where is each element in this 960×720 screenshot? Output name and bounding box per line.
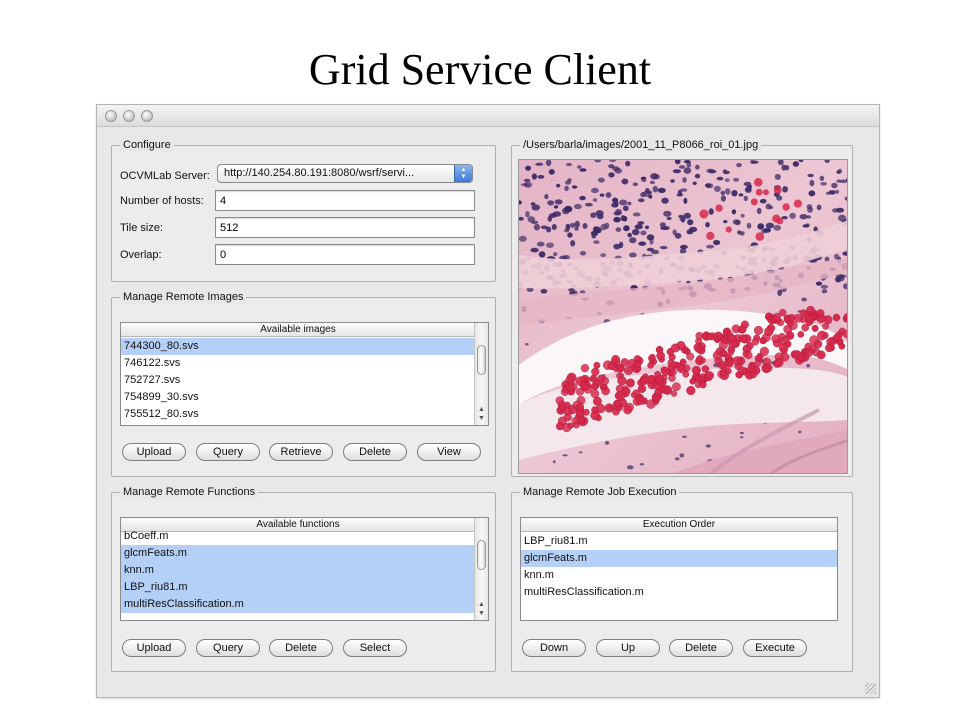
- images-retrieve-button[interactable]: Retrieve: [269, 443, 333, 461]
- window-close-button[interactable]: [105, 110, 117, 122]
- overlap-input[interactable]: [215, 244, 475, 265]
- hosts-label: Number of hosts:: [120, 195, 204, 207]
- remote-functions-title: Manage Remote Functions: [120, 485, 259, 499]
- functions-scroll-thumb[interactable]: [477, 540, 486, 570]
- tissue-image-graphic: [519, 160, 847, 473]
- functions-upload-button[interactable]: Upload: [122, 639, 186, 657]
- list-item[interactable]: LBP_riu81.m: [121, 579, 475, 596]
- list-item[interactable]: 755512_80.svs: [121, 406, 475, 423]
- remote-functions-group: Manage Remote Functions Available functi…: [111, 485, 496, 672]
- tile-size-label: Tile size:: [120, 222, 163, 234]
- configure-title: Configure: [120, 138, 174, 152]
- list-item[interactable]: glcmFeats.m: [121, 545, 475, 562]
- list-item[interactable]: 754899_30.svs: [121, 389, 475, 406]
- image-path-title: /Users/barla/images/2001_11_P8066_roi_01…: [520, 138, 762, 152]
- scroll-up-icon[interactable]: ▲: [475, 600, 488, 609]
- tile-size-input[interactable]: [215, 217, 475, 238]
- image-view-group: /Users/barla/images/2001_11_P8066_roi_01…: [511, 138, 853, 477]
- hosts-input[interactable]: [215, 190, 475, 211]
- server-label: OCVMLab Server:: [120, 170, 210, 182]
- list-item[interactable]: 746122.svs: [121, 355, 475, 372]
- remote-images-group: Manage Remote Images Available images 74…: [111, 290, 496, 477]
- images-list-header: Available images: [121, 323, 475, 337]
- list-item-partial[interactable]: [121, 613, 475, 620]
- functions-scrollbar[interactable]: ▲ ▼: [474, 518, 488, 620]
- window-zoom-button[interactable]: [141, 110, 153, 122]
- images-delete-button[interactable]: Delete: [343, 443, 407, 461]
- job-up-button[interactable]: Up: [596, 639, 660, 657]
- job-execution-group: Manage Remote Job Execution Execution Or…: [511, 485, 853, 672]
- select-arrows-icon: ▲ ▼: [454, 165, 472, 182]
- images-scroll-thumb[interactable]: [477, 345, 486, 375]
- window-minimize-button[interactable]: [123, 110, 135, 122]
- remote-images-title: Manage Remote Images: [120, 290, 247, 304]
- images-list[interactable]: Available images 744300_80.svs 746122.sv…: [120, 322, 489, 426]
- list-item[interactable]: LBP_riu81.m: [521, 533, 837, 550]
- functions-select-button[interactable]: Select: [343, 639, 407, 657]
- scroll-down-icon[interactable]: ▼: [475, 414, 488, 423]
- list-item[interactable]: bCoeff.m: [121, 528, 475, 545]
- job-delete-button[interactable]: Delete: [669, 639, 733, 657]
- execution-order-header: Execution Order: [521, 518, 837, 532]
- list-item[interactable]: glcmFeats.m: [521, 550, 837, 567]
- images-upload-button[interactable]: Upload: [122, 443, 186, 461]
- job-execution-title: Manage Remote Job Execution: [520, 485, 680, 499]
- images-query-button[interactable]: Query: [196, 443, 260, 461]
- tissue-image: [518, 159, 848, 474]
- slide-title: Grid Service Client: [308, 45, 652, 94]
- execution-order-list[interactable]: Execution Order LBP_riu81.m glcmFeats.m …: [520, 517, 838, 621]
- window-titlebar[interactable]: [97, 105, 879, 127]
- scroll-up-icon[interactable]: ▲: [475, 405, 488, 414]
- server-select[interactable]: http://140.254.80.191:8080/wsrf/servi...…: [217, 164, 473, 183]
- scroll-down-icon[interactable]: ▼: [475, 609, 488, 618]
- list-item[interactable]: 752727.svs: [121, 372, 475, 389]
- list-item[interactable]: multiResClassification.m: [521, 584, 837, 601]
- job-down-button[interactable]: Down: [522, 639, 586, 657]
- app-window: Configure OCVMLab Server: http://140.254…: [96, 104, 880, 698]
- list-item[interactable]: knn.m: [521, 567, 837, 584]
- functions-list[interactable]: Available functions bCoeff.m glcmFeats.m…: [120, 517, 489, 621]
- functions-delete-button[interactable]: Delete: [269, 639, 333, 657]
- functions-query-button[interactable]: Query: [196, 639, 260, 657]
- server-select-value: http://140.254.80.191:8080/wsrf/servi...: [224, 167, 415, 179]
- list-item[interactable]: multiResClassification.m: [121, 596, 475, 613]
- job-execute-button[interactable]: Execute: [743, 639, 807, 657]
- list-item[interactable]: knn.m: [121, 562, 475, 579]
- list-item[interactable]: 744300_80.svs: [121, 338, 475, 355]
- images-scrollbar[interactable]: ▲ ▼: [474, 323, 488, 425]
- configure-group: Configure OCVMLab Server: http://140.254…: [111, 138, 496, 282]
- resize-grip-icon[interactable]: [865, 683, 876, 694]
- overlap-label: Overlap:: [120, 249, 162, 261]
- images-view-button[interactable]: View: [417, 443, 481, 461]
